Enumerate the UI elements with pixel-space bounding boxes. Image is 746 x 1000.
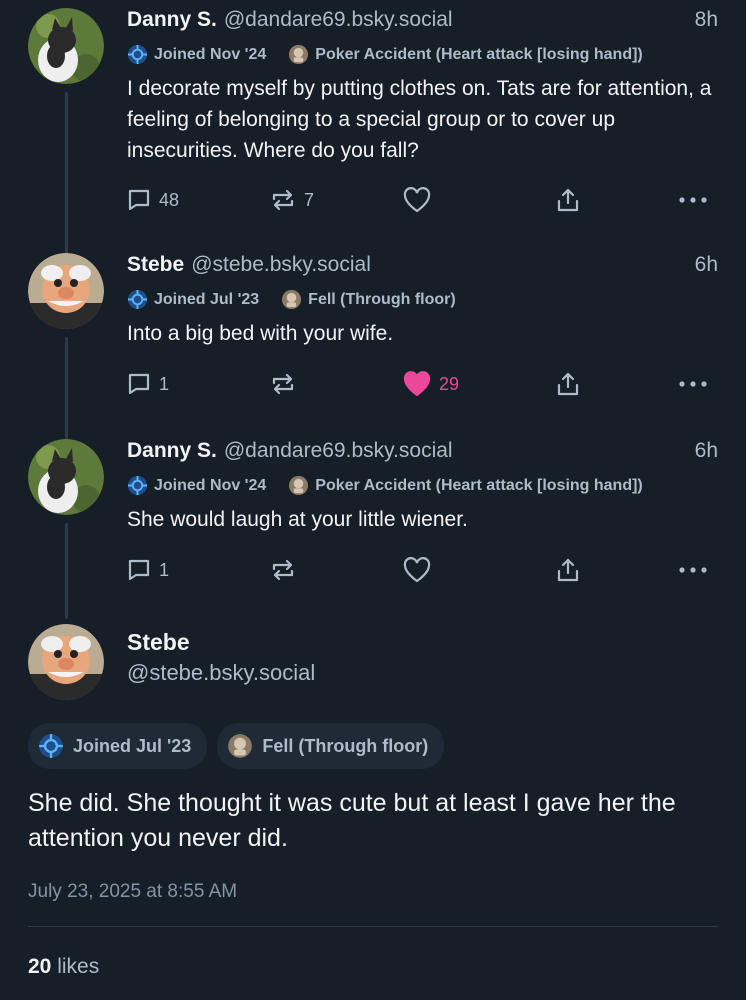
avatar-puppet[interactable]: [28, 253, 104, 329]
joined-badge-pill[interactable]: Joined Jul '23: [28, 723, 208, 769]
reply-count: 1: [159, 373, 170, 394]
author-handle[interactable]: @stebe.bsky.social: [191, 253, 371, 277]
author-name[interactable]: Danny S.: [127, 8, 217, 32]
author-name[interactable]: Stebe: [127, 629, 190, 656]
reply-button[interactable]: 1: [127, 372, 169, 396]
post-time[interactable]: 6h: [695, 253, 718, 277]
share-button[interactable]: [555, 557, 581, 583]
reply-count: 48: [159, 189, 180, 210]
more-icon: [679, 381, 707, 387]
status-badge: Fell (Through floor): [281, 289, 456, 310]
repost-button[interactable]: 7: [270, 188, 314, 212]
repost-count: 7: [304, 189, 315, 210]
post-text: She would laugh at your little wiener.: [127, 508, 468, 531]
status-badge-icon: [282, 289, 302, 310]
joined-badge-icon: [39, 734, 63, 758]
post-time[interactable]: 8h: [695, 8, 718, 32]
post-text: I decorate myself by putting clothes on.…: [127, 77, 712, 162]
author-name[interactable]: Stebe: [127, 253, 184, 277]
reply-icon: [128, 189, 150, 211]
repost-button[interactable]: [270, 558, 296, 582]
likes-summary[interactable]: 20 likes: [28, 955, 99, 979]
joined-badge: Joined Nov '24: [127, 475, 266, 496]
like-button[interactable]: [403, 557, 431, 583]
like-button[interactable]: 29: [403, 371, 459, 397]
reply-button[interactable]: 1: [127, 558, 169, 582]
status-badge-icon: [289, 44, 309, 65]
repost-icon: [272, 189, 294, 211]
joined-badge-label: Joined Jul '23: [73, 735, 192, 756]
reply-button[interactable]: 48: [127, 188, 179, 212]
share-icon: [557, 372, 579, 396]
post-text: She did. She thought it was cute but at …: [28, 789, 676, 852]
likes-label: likes: [57, 955, 100, 978]
status-badge-icon: [228, 734, 253, 758]
more-button[interactable]: [678, 566, 708, 574]
status-badge-label: Poker Accident (Heart attack [losing han…: [315, 476, 643, 494]
status-badge-icon: [289, 475, 309, 496]
like-button[interactable]: [403, 187, 431, 213]
like-icon: [403, 371, 431, 397]
more-button[interactable]: [678, 196, 708, 204]
repost-icon: [272, 559, 294, 581]
author-handle[interactable]: @stebe.bsky.social: [127, 660, 315, 686]
more-button[interactable]: [678, 380, 708, 388]
avatar-cat[interactable]: [28, 439, 104, 515]
joined-badge-label: Joined Jul '23: [154, 290, 260, 308]
thread-line: [65, 523, 68, 619]
avatar-puppet[interactable]: [28, 624, 104, 700]
like-count: 29: [439, 373, 460, 394]
repost-button[interactable]: [270, 372, 296, 396]
reply-icon: [128, 373, 150, 395]
post-thread: Danny S. @dandare69.bsky.social 8h Joine…: [0, 0, 746, 1000]
status-badge-label: Fell (Through floor): [262, 735, 429, 756]
likes-count: 20: [28, 955, 52, 978]
more-icon: [679, 567, 707, 573]
thread-line: [65, 92, 68, 258]
like-icon: [403, 187, 431, 213]
joined-badge-icon: [127, 44, 148, 65]
status-badge: Poker Accident (Heart attack [losing han…: [288, 475, 643, 496]
post-date[interactable]: July 23, 2025 at 8:55 AM: [28, 881, 237, 903]
share-icon: [557, 188, 579, 212]
post-text: Into a big bed with your wife.: [127, 322, 394, 345]
repost-icon: [272, 373, 294, 395]
divider: [28, 926, 718, 927]
reply-count: 1: [159, 559, 170, 580]
joined-badge: Joined Jul '23: [127, 289, 259, 310]
joined-badge: Joined Nov '24: [127, 44, 266, 65]
status-badge-label: Poker Accident (Heart attack [losing han…: [315, 45, 643, 63]
status-badge: Poker Accident (Heart attack [losing han…: [288, 44, 643, 65]
share-button[interactable]: [555, 371, 581, 397]
author-handle[interactable]: @dandare69.bsky.social: [224, 439, 453, 463]
status-badge-pill[interactable]: Fell (Through floor): [217, 723, 445, 769]
like-icon: [403, 557, 431, 583]
thread-line: [65, 337, 68, 439]
joined-badge-label: Joined Nov '24: [154, 45, 267, 63]
share-button[interactable]: [555, 187, 581, 213]
more-icon: [679, 197, 707, 203]
joined-badge-icon: [127, 289, 148, 310]
share-icon: [557, 558, 579, 582]
author-name[interactable]: Danny S.: [127, 439, 217, 463]
avatar-cat[interactable]: [28, 8, 104, 84]
joined-badge-icon: [127, 475, 148, 496]
joined-badge-label: Joined Nov '24: [154, 476, 267, 494]
post-time[interactable]: 6h: [695, 439, 718, 463]
status-badge-label: Fell (Through floor): [308, 290, 456, 308]
author-handle[interactable]: @dandare69.bsky.social: [224, 8, 453, 32]
reply-icon: [128, 559, 150, 581]
